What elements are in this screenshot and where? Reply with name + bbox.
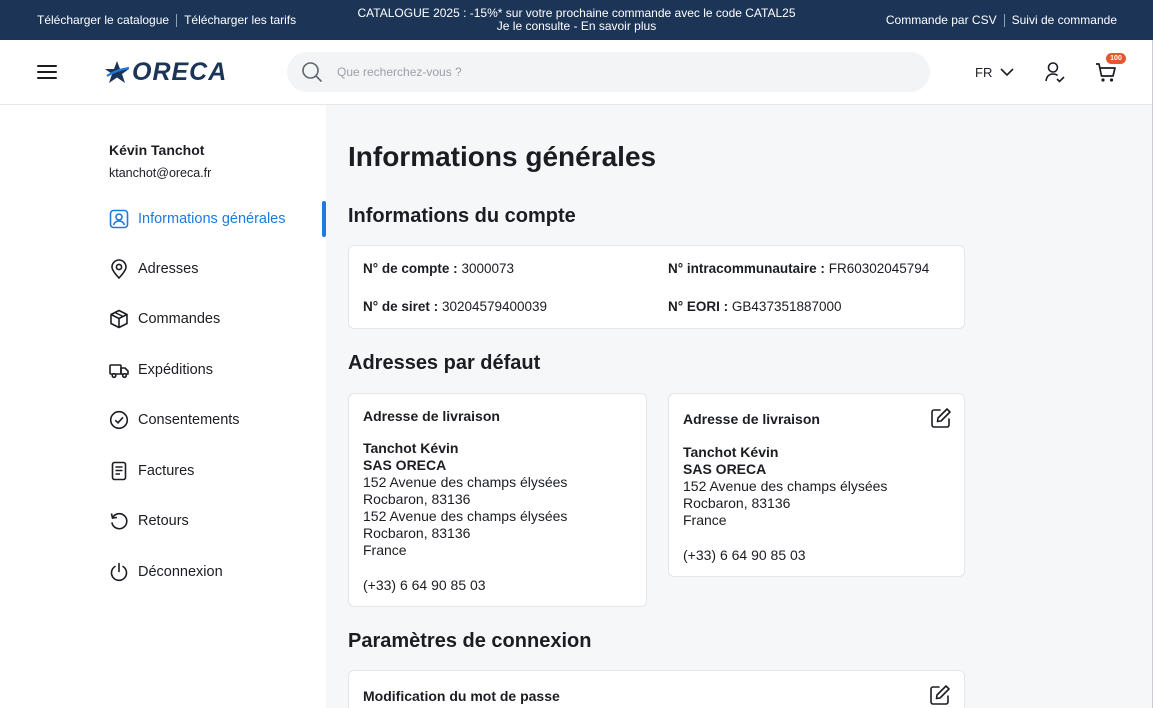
language-label: FR bbox=[975, 65, 993, 80]
address-city: Rocbaron, 83136 bbox=[363, 491, 471, 507]
site-header: ORECA FR bbox=[0, 40, 1153, 105]
address-country: France bbox=[683, 512, 727, 528]
search-input[interactable] bbox=[337, 65, 897, 79]
menu-icon[interactable] bbox=[37, 65, 57, 80]
box-icon bbox=[110, 309, 128, 329]
address-name: Tanchot Kévin bbox=[363, 440, 459, 456]
divider bbox=[1003, 13, 1005, 27]
intracom-value: FR60302045794 bbox=[828, 261, 930, 276]
intracom-label: N° intracommunautaire : bbox=[668, 261, 825, 276]
delivery-address-card-default: Adresse de livraison Tanchot Kévin SAS O… bbox=[668, 393, 965, 577]
address-line: 152 Avenue des champs élysées bbox=[683, 478, 888, 494]
star-icon bbox=[105, 61, 130, 83]
sidebar-item-orders[interactable]: Commandes bbox=[109, 306, 220, 332]
address-card-title: Adresse de livraison bbox=[683, 411, 820, 427]
sidebar-item-label: Retours bbox=[138, 513, 189, 529]
password-card: Modification du mot de passe bbox=[348, 670, 965, 708]
edit-icon[interactable] bbox=[930, 407, 952, 429]
address-phone: (+33) 6 64 90 85 03 bbox=[683, 547, 806, 563]
account-info-card: N° de compte : 3000073 N° intracommunaut… bbox=[348, 245, 965, 329]
account-icon[interactable] bbox=[1044, 61, 1066, 83]
edit-icon[interactable] bbox=[929, 684, 951, 706]
check-circle-icon bbox=[109, 410, 129, 430]
topbar-right-links: Commande par CSV Suivi de commande bbox=[886, 13, 1117, 27]
address-country: France bbox=[363, 542, 407, 558]
address-card-title: Adresse de livraison bbox=[363, 408, 500, 424]
user-card-icon bbox=[109, 209, 129, 229]
addresses-section-heading: Adresses par défaut bbox=[348, 352, 541, 374]
invoice-icon bbox=[111, 461, 127, 481]
sidebar-item-logout[interactable]: Déconnexion bbox=[109, 559, 223, 585]
user-name: Kévin Tanchot bbox=[109, 142, 205, 158]
delivery-address-card: Adresse de livraison Tanchot Kévin SAS O… bbox=[348, 393, 647, 607]
account-number: N° de compte : 3000073 bbox=[363, 261, 514, 276]
sidebar-item-general-info[interactable]: Informations générales bbox=[109, 206, 286, 232]
sidebar-item-invoices[interactable]: Factures bbox=[109, 458, 194, 484]
siret-number: N° de siret : 30204579400039 bbox=[363, 299, 547, 314]
connection-section-heading: Paramètres de connexion bbox=[348, 630, 592, 652]
account-number-label: N° de compte : bbox=[363, 261, 458, 276]
order-tracking-link[interactable]: Suivi de commande bbox=[1012, 13, 1117, 27]
sidebar-item-returns[interactable]: Retours bbox=[109, 508, 189, 534]
sidebar-item-label: Commandes bbox=[138, 311, 221, 327]
map-pin-icon bbox=[111, 259, 127, 279]
password-card-title: Modification du mot de passe bbox=[363, 688, 560, 704]
csv-order-link[interactable]: Commande par CSV bbox=[886, 13, 997, 27]
eori-label: N° EORI : bbox=[668, 299, 729, 314]
address-line: 152 Avenue des champs élysées bbox=[363, 474, 568, 490]
search-bar[interactable] bbox=[287, 52, 930, 92]
page-title: Informations générales bbox=[348, 141, 657, 172]
main-content: Informations générales Informations du c… bbox=[326, 105, 1153, 708]
logo-text: ORECA bbox=[132, 57, 228, 86]
promo-bar: Télécharger le catalogue Télécharger les… bbox=[0, 0, 1153, 40]
cart-count-badge: 100 bbox=[1106, 53, 1126, 64]
search-icon[interactable] bbox=[301, 61, 323, 83]
address-city: Rocbaron, 83136 bbox=[683, 495, 791, 511]
user-email: ktanchot@oreca.fr bbox=[109, 166, 212, 180]
oreca-logo[interactable]: ORECA bbox=[104, 58, 227, 86]
account-sidebar: Kévin Tanchot ktanchot@oreca.fr Informat… bbox=[0, 105, 326, 708]
address-city: Rocbaron, 83136 bbox=[363, 525, 471, 541]
siret-value: 30204579400039 bbox=[441, 299, 548, 314]
sidebar-item-label: Déconnexion bbox=[138, 564, 223, 580]
sidebar-item-label: Consentements bbox=[138, 412, 240, 428]
address-block: Tanchot Kévin SAS ORECA 152 Avenue des c… bbox=[683, 444, 887, 529]
power-icon bbox=[110, 562, 128, 582]
sidebar-item-label: Expéditions bbox=[138, 362, 213, 378]
address-name: Tanchot Kévin bbox=[683, 444, 779, 460]
sidebar-item-label: Informations générales bbox=[138, 211, 286, 227]
address-line: 152 Avenue des champs élysées bbox=[363, 508, 568, 524]
sidebar-item-shipments[interactable]: Expéditions bbox=[109, 357, 213, 383]
language-selector[interactable]: FR bbox=[975, 65, 1014, 80]
return-icon bbox=[110, 512, 128, 530]
siret-label: N° de siret : bbox=[363, 299, 439, 314]
address-company: SAS ORECA bbox=[683, 461, 767, 477]
sidebar-item-addresses[interactable]: Adresses bbox=[109, 256, 198, 282]
sidebar-item-label: Factures bbox=[138, 463, 195, 479]
truck-icon bbox=[109, 364, 129, 379]
account-section-heading: Informations du compte bbox=[348, 205, 576, 227]
address-company: SAS ORECA bbox=[363, 457, 447, 473]
intracom-number: N° intracommunautaire : FR60302045794 bbox=[668, 261, 929, 276]
eori-number: N° EORI : GB437351887000 bbox=[668, 299, 842, 314]
sidebar-item-consents[interactable]: Consentements bbox=[109, 407, 240, 433]
sidebar-item-label: Adresses bbox=[138, 261, 199, 277]
chevron-down-icon bbox=[1000, 68, 1014, 77]
address-block: Tanchot Kévin SAS ORECA 152 Avenue des c… bbox=[363, 440, 567, 559]
address-phone: (+33) 6 64 90 85 03 bbox=[363, 577, 486, 593]
account-number-value: 3000073 bbox=[461, 261, 514, 276]
eori-value: GB437351887000 bbox=[731, 299, 842, 314]
